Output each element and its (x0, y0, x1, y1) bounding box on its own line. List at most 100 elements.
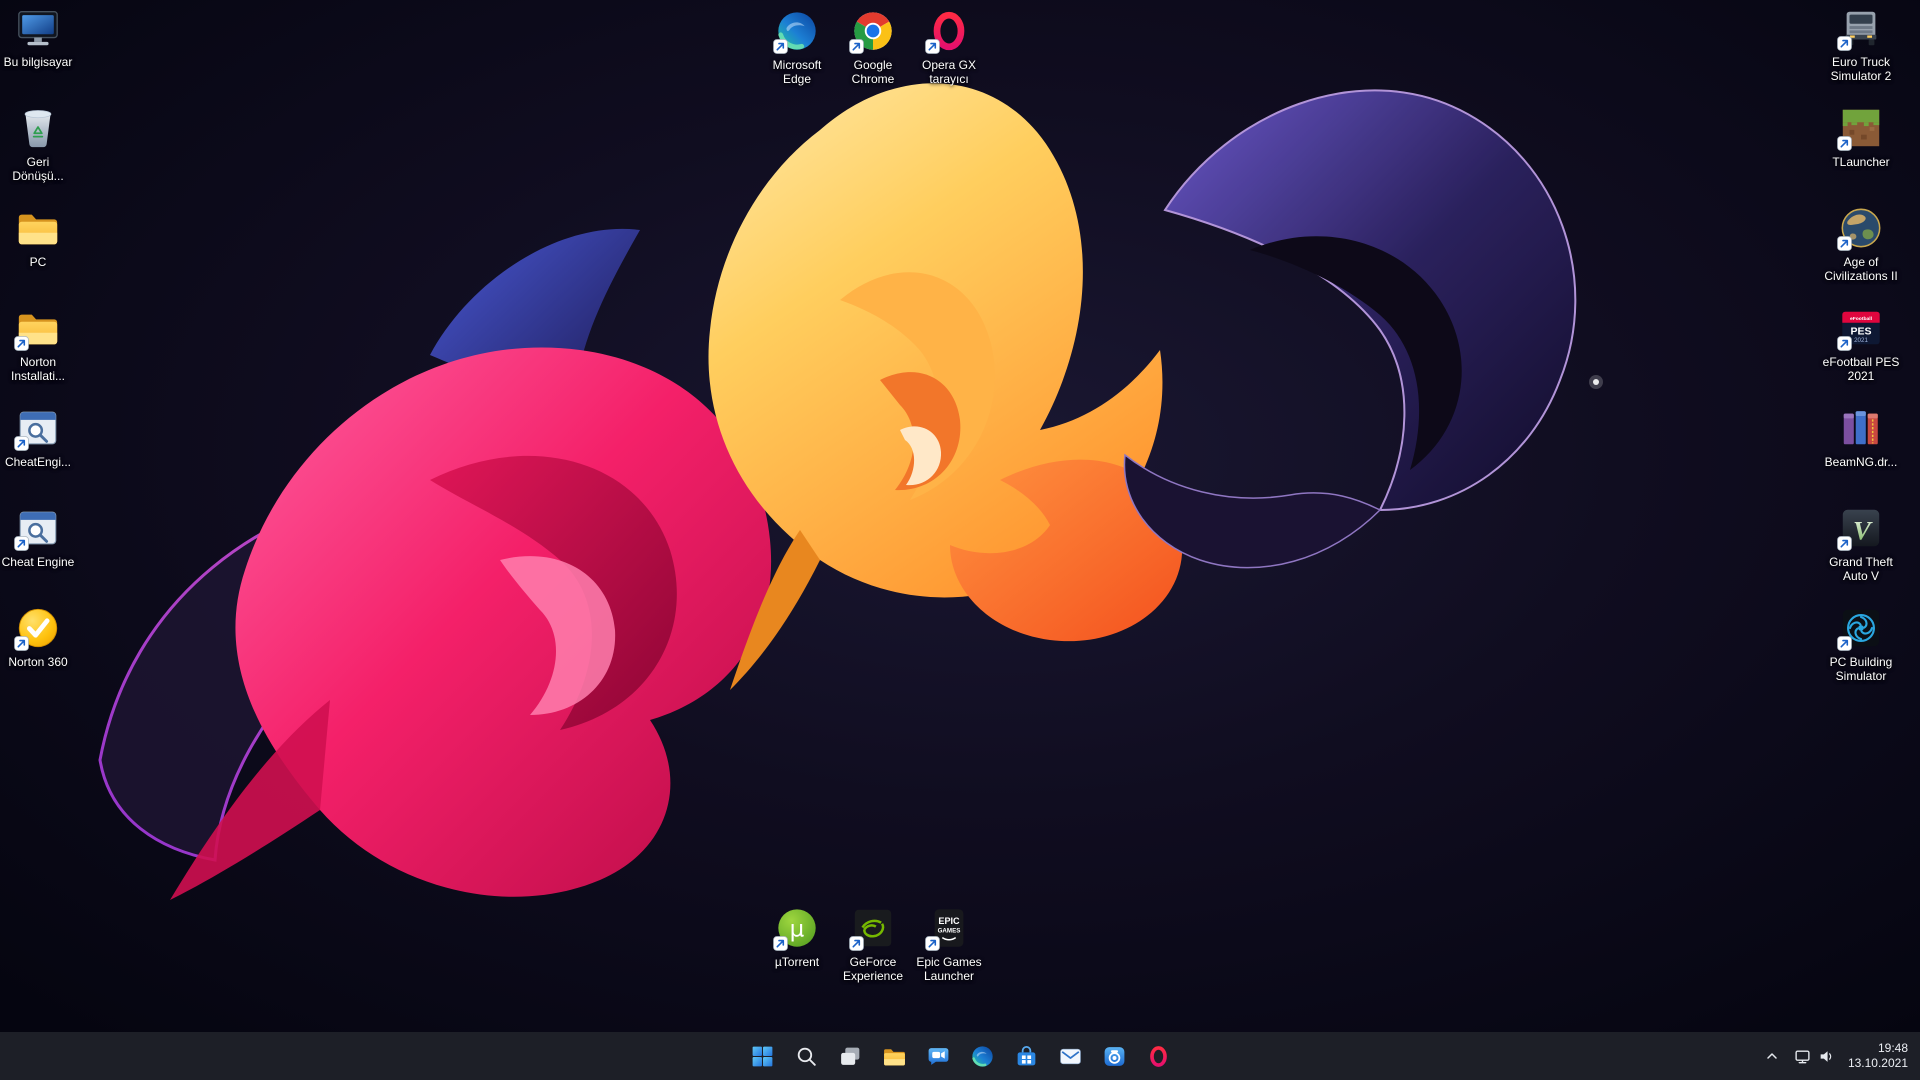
opera-gx-icon (1146, 1044, 1171, 1069)
pcbs-icon (1837, 604, 1885, 652)
shortcut-arrow-icon (14, 536, 29, 551)
network-icon (1794, 1048, 1811, 1065)
desktop-icon-utorrent[interactable]: µ µTorrent (759, 902, 835, 998)
taskbar-camera-button[interactable] (1094, 1036, 1134, 1076)
desktop-icon-pc-building-simulator[interactable]: PC Building Simulator (1819, 602, 1903, 702)
svg-text:µ: µ (790, 917, 805, 943)
gtav-icon: V (1837, 504, 1885, 552)
desktop-icon-norton-360[interactable]: Norton 360 (0, 602, 76, 702)
taskbar-center (742, 1036, 1178, 1076)
pes2021-icon: eFootball PES 2021 (1837, 304, 1885, 352)
desktop-icon-google-chrome[interactable]: Google Chrome (835, 5, 911, 101)
tray-clock[interactable]: 19:48 13.10.2021 (1842, 1036, 1918, 1076)
shortcut-arrow-icon (925, 936, 940, 951)
this-pc-icon (14, 4, 62, 52)
taskbar-edge-button[interactable] (962, 1036, 1002, 1076)
desktop-icon-cheatengi[interactable]: CheatEngi... (0, 402, 76, 502)
taskbar-task-view-button[interactable] (830, 1036, 870, 1076)
file-explorer-icon (882, 1044, 907, 1069)
folder-icon (14, 304, 62, 352)
shortcut-arrow-icon (1837, 536, 1852, 551)
desktop: Bu bilgisayar Geri Dönüşü... PC Norton Inst… (0, 0, 1920, 1080)
desktop-icon-geri-donusu[interactable]: Geri Dönüşü... (0, 102, 76, 202)
desktop-icon-bu-bilgisayar[interactable]: Bu bilgisayar (0, 2, 76, 102)
recycle-bin-icon (14, 104, 62, 152)
task-view-icon (838, 1044, 863, 1069)
svg-text:V: V (1853, 516, 1873, 546)
cheat-engine-icon (14, 504, 62, 552)
desktop-icon-tlauncher[interactable]: TLauncher (1819, 102, 1903, 202)
desktop-icons-left: Bu bilgisayar Geri Dönüşü... PC Norton Inst… (0, 2, 76, 702)
taskbar: 19:48 13.10.2021 (0, 1032, 1920, 1080)
desktop-icon-grand-theft-auto-v[interactable]: V Grand Theft Auto V (1819, 502, 1903, 602)
desktop-icon-cheat-engine[interactable]: Cheat Engine (0, 502, 76, 602)
desktop-icons-bottom: µ µTorrent GeForce Experience EPIC GAMES Epic… (759, 902, 987, 998)
desktop-icon-label: PC Building Simulator (1829, 655, 1893, 683)
desktop-icon-label: Geri Dönüşü... (12, 155, 64, 183)
tray-status-button[interactable] (1787, 1036, 1842, 1076)
desktop-icon-euro-truck-simulator-2[interactable]: Euro Truck Simulator 2 (1819, 2, 1903, 102)
desktop-icon-label: Opera GX tarayıcı (921, 58, 977, 86)
taskbar-store-button[interactable] (1006, 1036, 1046, 1076)
shortcut-arrow-icon (773, 39, 788, 54)
epic-icon: EPIC GAMES (925, 904, 973, 952)
winrar-icon (1837, 404, 1885, 452)
desktop-icon-epic-games-launcher[interactable]: EPIC GAMES Epic Games Launcher (911, 902, 987, 998)
aoc2-icon (1837, 204, 1885, 252)
desktop-icon-microsoft-edge[interactable]: Microsoft Edge (759, 5, 835, 101)
taskbar-opera-gx-button[interactable] (1138, 1036, 1178, 1076)
shortcut-arrow-icon (849, 39, 864, 54)
desktop-icon-label: Epic Games Launcher (916, 955, 982, 983)
opera-gx-icon (925, 7, 973, 55)
desktop-icon-label: Age of Civilizations II (1824, 255, 1898, 283)
desktop-icon-opera-gx-tarayici[interactable]: Opera GX tarayıcı (911, 5, 987, 101)
folder-icon (14, 204, 62, 252)
chevron-up-icon (1764, 1048, 1780, 1064)
edge-icon (970, 1044, 995, 1069)
shortcut-arrow-icon (14, 436, 29, 451)
svg-text:2021: 2021 (1854, 337, 1868, 344)
desktop-icon-pc[interactable]: PC (0, 202, 76, 302)
search-icon (794, 1044, 819, 1069)
geforce-icon (849, 904, 897, 952)
chrome-icon (849, 7, 897, 55)
desktop-icon-label: Norton 360 (8, 655, 68, 669)
desktop-icon-beamng-dr[interactable]: BeamNG.dr... (1819, 402, 1903, 502)
desktop-icon-label: Google Chrome (851, 58, 895, 86)
taskbar-mail-button[interactable] (1050, 1036, 1090, 1076)
mail-icon (1058, 1044, 1083, 1069)
tray-hidden-icons-button[interactable] (1757, 1036, 1787, 1076)
edge-icon (773, 7, 821, 55)
desktop-icon-efootball-pes-2021[interactable]: eFootball PES 2021 eFootball PES 2021 (1819, 302, 1903, 402)
svg-text:PES: PES (1850, 326, 1871, 338)
svg-text:EPIC: EPIC (938, 916, 960, 926)
chat-camera-icon (926, 1044, 951, 1069)
clock-date: 13.10.2021 (1847, 1056, 1908, 1070)
desktop-icon-label: Grand Theft Auto V (1829, 555, 1893, 583)
shortcut-arrow-icon (1837, 36, 1852, 51)
system-tray: 19:48 13.10.2021 (1757, 1036, 1918, 1076)
utorrent-icon: µ (773, 904, 821, 952)
svg-text:GAMES: GAMES (938, 927, 961, 934)
shortcut-arrow-icon (14, 636, 29, 651)
shortcut-arrow-icon (1837, 336, 1852, 351)
taskbar-chat-button[interactable] (918, 1036, 958, 1076)
cheat-engine-icon (14, 404, 62, 452)
taskbar-start-button[interactable] (742, 1036, 782, 1076)
shortcut-arrow-icon (14, 336, 29, 351)
windows-start-icon (750, 1044, 775, 1069)
desktop-icon-label: µTorrent (774, 955, 820, 969)
desktop-icon-label: Cheat Engine (1, 555, 75, 569)
desktop-icon-label: Microsoft Edge (772, 58, 822, 86)
desktop-icon-age-of-civilizations-ii[interactable]: Age of Civilizations II (1819, 202, 1903, 302)
tlauncher-icon (1837, 104, 1885, 152)
desktop-icon-label: CheatEngi... (4, 455, 72, 469)
svg-text:eFootball: eFootball (1850, 316, 1873, 322)
taskbar-file-explorer-button[interactable] (874, 1036, 914, 1076)
camera-icon (1102, 1044, 1127, 1069)
desktop-icon-label: PC (29, 255, 47, 269)
desktop-icon-norton-installati[interactable]: Norton Installati... (0, 302, 76, 402)
desktop-icon-label: Bu bilgisayar (3, 55, 73, 69)
taskbar-search-button[interactable] (786, 1036, 826, 1076)
desktop-icon-geforce-experience[interactable]: GeForce Experience (835, 902, 911, 998)
